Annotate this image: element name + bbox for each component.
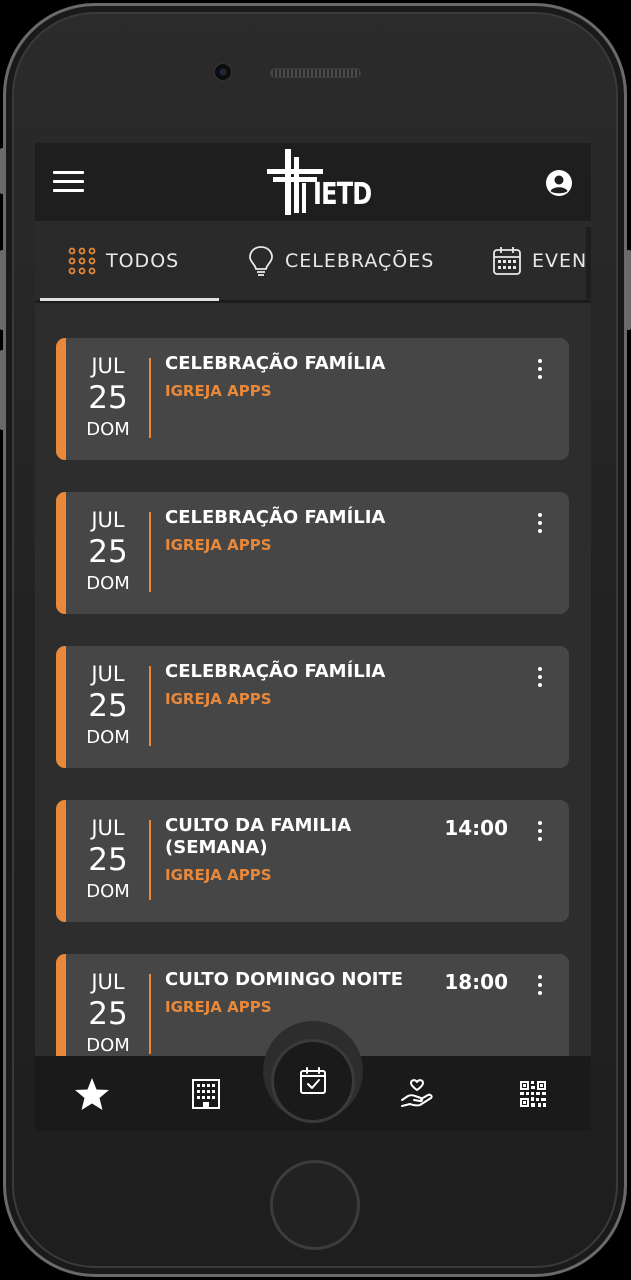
event-title: CELEBRAÇÃO FAMÍLIA	[165, 353, 386, 374]
calendar-icon	[493, 247, 521, 275]
event-date: JUL 25 DOM	[74, 352, 142, 444]
building-icon	[192, 1079, 220, 1109]
more-options-icon[interactable]	[534, 358, 546, 382]
event-title: CULTO DOMINGO NOITE	[165, 969, 404, 990]
event-title: CELEBRAÇÃO FAMÍLIA	[165, 661, 386, 682]
event-card[interactable]: JUL 25 DOM CELEBRAÇÃO FAMÍLIA IGREJA APP…	[56, 492, 569, 614]
event-weekday: DOM	[86, 419, 130, 440]
event-day: 25	[88, 688, 128, 724]
event-church: IGREJA APPS	[165, 382, 272, 400]
logo-text: IETD	[313, 177, 372, 212]
nav-qr-code[interactable]	[513, 1074, 553, 1114]
tab-label: TODOS	[106, 250, 180, 272]
event-date: JUL 25 DOM	[74, 506, 142, 598]
grid-dots-icon	[68, 247, 96, 275]
hamburger-menu-icon[interactable]	[53, 171, 85, 193]
event-day: 25	[88, 842, 128, 878]
event-month: JUL	[91, 662, 125, 686]
event-date: JUL 25 DOM	[74, 660, 142, 752]
event-weekday: DOM	[86, 573, 130, 594]
church-logo: IETD	[265, 147, 372, 219]
event-date: JUL 25 DOM	[74, 968, 142, 1060]
event-month: JUL	[91, 970, 125, 994]
card-accent-bar	[56, 338, 66, 460]
event-info: CELEBRAÇÃO FAMÍLIA IGREJA APPS	[165, 661, 435, 709]
event-weekday: DOM	[86, 727, 130, 748]
event-weekday: DOM	[86, 881, 130, 902]
more-options-icon[interactable]	[534, 820, 546, 844]
more-options-icon[interactable]	[534, 666, 546, 690]
event-time: 18:00	[444, 970, 508, 994]
calendar-check-icon	[300, 1067, 326, 1094]
active-tab-indicator	[40, 298, 219, 301]
category-tabs: TODOS CELEBRAÇÕES EVEN	[35, 221, 591, 303]
tab-label: CELEBRAÇÕES	[285, 250, 435, 272]
lightbulb-icon	[249, 246, 273, 276]
hand-heart-icon	[401, 1079, 433, 1107]
event-church: IGREJA APPS	[165, 866, 272, 884]
earpiece-speaker	[270, 68, 361, 78]
more-options-icon[interactable]	[534, 512, 546, 536]
date-divider	[149, 820, 151, 900]
event-church: IGREJA APPS	[165, 536, 272, 554]
event-info: CELEBRAÇÃO FAMÍLIA IGREJA APPS	[165, 507, 435, 555]
nav-favorites[interactable]	[72, 1074, 112, 1114]
more-options-icon[interactable]	[534, 974, 546, 998]
event-church: IGREJA APPS	[165, 690, 272, 708]
event-church: IGREJA APPS	[165, 998, 272, 1016]
nav-donations[interactable]	[397, 1074, 437, 1114]
event-day: 25	[88, 996, 128, 1032]
event-card[interactable]: JUL 25 DOM CELEBRAÇÃO FAMÍLIA IGREJA APP…	[56, 338, 569, 460]
event-title: CULTO DA FAMILIA (SEMANA)	[165, 815, 352, 858]
event-month: JUL	[91, 354, 125, 378]
card-accent-bar	[56, 492, 66, 614]
event-month: JUL	[91, 508, 125, 532]
event-info: CULTO DOMINGO NOITE IGREJA APPS	[165, 969, 435, 1017]
event-card[interactable]: JUL 25 DOM CELEBRAÇÃO FAMÍLIA IGREJA APP…	[56, 646, 569, 768]
event-day: 25	[88, 534, 128, 570]
home-button[interactable]	[270, 1160, 360, 1250]
date-divider	[149, 358, 151, 438]
event-time: 14:00	[444, 816, 508, 840]
tab-label: EVEN	[532, 250, 588, 272]
event-info: CULTO DA FAMILIA (SEMANA) IGREJA APPS	[165, 815, 435, 885]
star-icon	[75, 1078, 109, 1110]
event-info: CELEBRAÇÃO FAMÍLIA IGREJA APPS	[165, 353, 435, 401]
date-divider	[149, 512, 151, 592]
tab-eventos[interactable]: EVEN	[492, 221, 587, 301]
nav-church[interactable]	[186, 1074, 226, 1114]
tabs-scroll-edge	[586, 227, 591, 299]
top-app-bar: IETD	[35, 143, 591, 221]
front-camera	[214, 63, 232, 81]
event-card[interactable]: JUL 25 DOM CULTO DA FAMILIA (SEMANA) IGR…	[56, 800, 569, 922]
event-date: JUL 25 DOM	[74, 814, 142, 906]
tab-celebracoes[interactable]: CELEBRAÇÕES	[247, 221, 434, 301]
qr-code-icon	[520, 1081, 546, 1107]
nav-agenda[interactable]	[274, 1042, 352, 1120]
app-screen: IETD TODOS CELEBRAÇÕES EVEN JUL 25 DOM C…	[35, 143, 591, 1131]
event-month: JUL	[91, 816, 125, 840]
date-divider	[149, 974, 151, 1054]
event-day: 25	[88, 380, 128, 416]
profile-icon[interactable]	[545, 169, 573, 197]
card-accent-bar	[56, 646, 66, 768]
tab-todos[interactable]: TODOS	[68, 221, 179, 301]
card-accent-bar	[56, 800, 66, 922]
date-divider	[149, 666, 151, 746]
event-title: CELEBRAÇÃO FAMÍLIA	[165, 507, 386, 528]
